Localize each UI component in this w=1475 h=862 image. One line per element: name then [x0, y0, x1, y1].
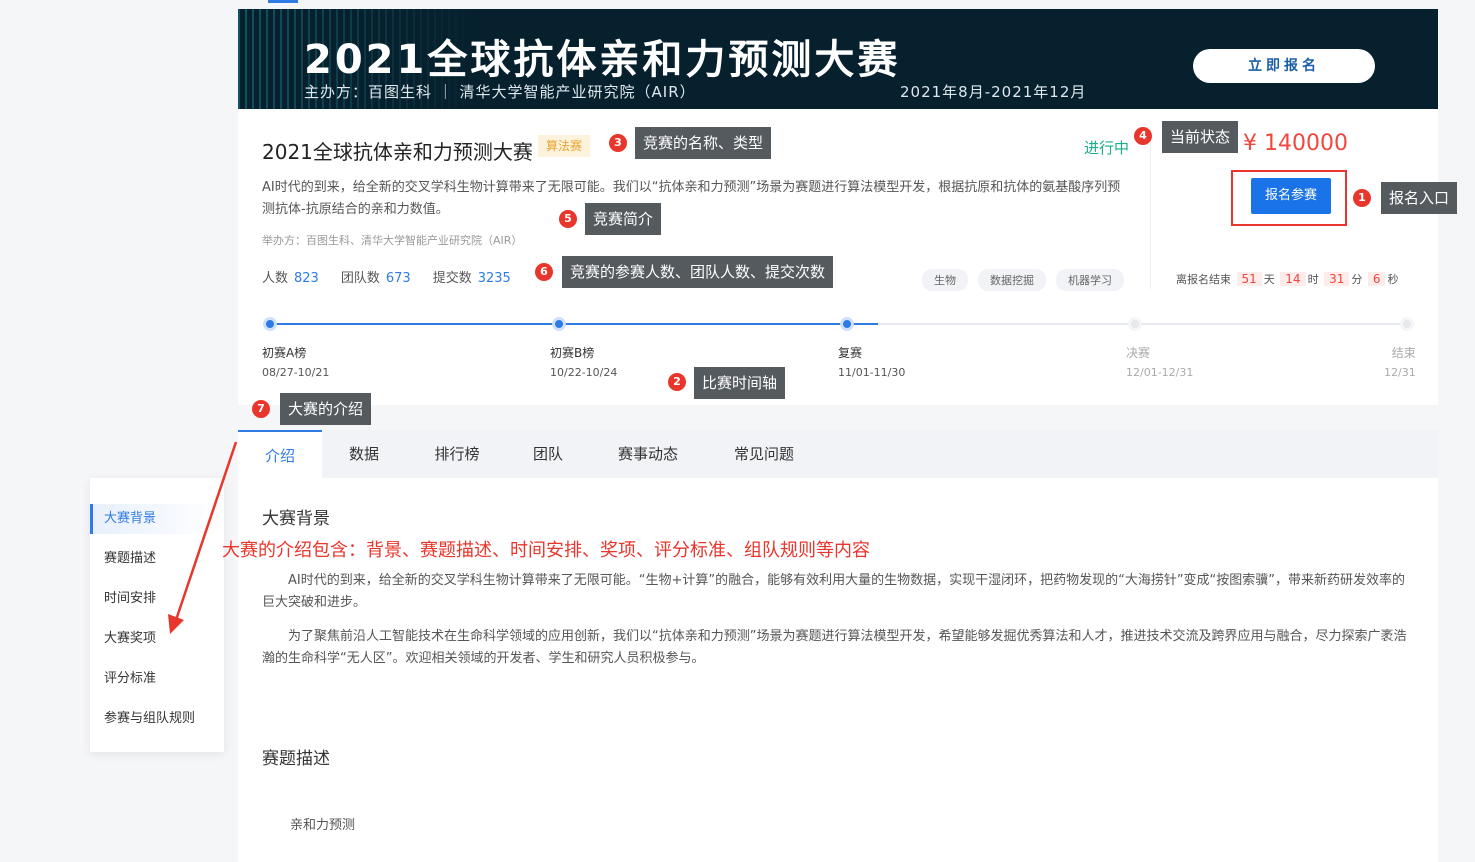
banner-dates: 2021年8月-2021年12月	[900, 83, 1087, 101]
timeline-stage-date: 10/22-10/24	[550, 366, 618, 379]
tag-item[interactable]: 生物	[922, 269, 968, 291]
stat-submissions-label: 提交数	[432, 271, 472, 286]
section-heading-background: 大赛背景	[262, 509, 330, 529]
annotation-label-7: 大赛的介绍	[280, 393, 372, 425]
timeline-stage-name: 决赛	[1126, 346, 1151, 360]
timeline-stage-date: 12/31	[1384, 366, 1416, 379]
stat-teams-value: 673	[385, 271, 411, 286]
timeline-dot-stage1	[263, 317, 277, 331]
stat-submissions-value: 3235	[477, 271, 511, 286]
countdown-days: 51	[1236, 272, 1262, 286]
timeline-stage-name: 复赛	[838, 346, 863, 360]
top-accent-mark	[268, 0, 298, 3]
competition-title: 2021全球抗体亲和力预测大赛	[262, 140, 533, 164]
timeline-stage-4: 决赛 12/01-12/31	[1126, 344, 1193, 379]
annotation-label-6: 竞赛的参赛人数、团队人数、提交次数	[562, 256, 834, 288]
annotation-badge-2: 2	[668, 373, 686, 391]
tab-intro[interactable]: 介绍	[238, 430, 322, 478]
info-divider	[1150, 139, 1151, 289]
countdown-days-unit: 天	[1263, 273, 1275, 286]
countdown-seconds-unit: 秒	[1387, 273, 1399, 286]
stat-teams-label: 团队数	[340, 271, 380, 286]
competition-status: 进行中	[1084, 139, 1130, 157]
tab-data[interactable]: 数据	[332, 430, 396, 478]
timeline-stage-3: 复赛 11/01-11/30	[838, 344, 905, 379]
competition-description: AI时代的到来，给全新的交叉学科生物计算带来了无限可能。我们以“抗体亲和力预测”…	[262, 180, 1121, 217]
countdown-minutes-unit: 分	[1351, 273, 1363, 286]
timeline-stage-1: 初赛A榜 08/27-10/21	[262, 344, 329, 379]
annotation-badge-7: 7	[252, 400, 270, 418]
annotation-badge-5: 5	[559, 210, 577, 228]
annotation-label-5: 竞赛简介	[585, 203, 662, 235]
timeline-dot-stage2	[552, 317, 566, 331]
countdown-prefix: 离报名结束	[1176, 273, 1231, 286]
description-subitem: 亲和力预测	[290, 818, 356, 833]
annotation-arrow-icon	[168, 441, 238, 634]
sidenav-item-rules[interactable]: 参赛与组队规则	[90, 704, 224, 734]
annotation-intro-note: 大赛的介绍包含：背景、赛题描述、时间安排、奖项、评分标准、组队规则等内容	[222, 540, 870, 561]
stat-submissions: 提交数 3235	[433, 267, 511, 286]
countdown-minutes: 31	[1324, 272, 1350, 286]
competition-banner: 2021全球抗体亲和力预测大赛 主办方：百图生科 ｜ 清华大学智能产业研究院（A…	[238, 9, 1438, 109]
timeline-stage-date: 12/01-12/31	[1126, 366, 1194, 379]
countdown-hours-unit: 时	[1307, 273, 1319, 286]
annotation-badge-1: 1	[1353, 189, 1371, 207]
annotation-outline-signup	[1231, 170, 1347, 226]
timeline-stage-name: 初赛B榜	[550, 346, 595, 360]
competition-type-tag: 算法赛	[538, 135, 591, 157]
sidenav-item-scoring[interactable]: 评分标准	[90, 664, 224, 694]
stat-people: 人数 823	[262, 267, 319, 286]
annotation-label-2: 比赛时间轴	[694, 367, 786, 399]
tab-bar: 介绍 数据 排行榜 团队 赛事动态 常见问题	[238, 430, 1438, 478]
tab-news[interactable]: 赛事动态	[606, 430, 690, 478]
timeline-stage-date: 08/27-10/21	[262, 366, 330, 379]
timeline-stage-name: 结束	[1391, 346, 1416, 360]
timeline-stage-5: 结束 12/31	[1384, 344, 1416, 379]
stat-people-label: 人数	[262, 271, 289, 286]
timeline-stage-date: 11/01-11/30	[838, 366, 906, 379]
annotation-label-1: 报名入口	[1381, 182, 1458, 214]
signup-countdown: 离报名结束 51 天 14 时 31 分 6秒	[1176, 271, 1398, 287]
tag-item[interactable]: 数据挖掘	[978, 269, 1046, 291]
annotation-label-3: 竞赛的名称、类型	[635, 127, 772, 159]
background-paragraph-1: AI时代的到来，给全新的交叉学科生物计算带来了无限可能。“生物+计算”的融合，能…	[262, 573, 1406, 610]
timeline-stage-2: 初赛B榜 10/22-10/24	[550, 344, 617, 379]
competition-prize: ¥ 140000	[1243, 131, 1348, 156]
tab-leaderboard[interactable]: 排行榜	[420, 430, 494, 478]
tab-faq[interactable]: 常见问题	[722, 430, 806, 478]
competition-stats: 人数 823 团队数 673 提交数 3235	[262, 267, 511, 286]
timeline-dot-stage4	[1128, 317, 1142, 331]
timeline-stage-name: 初赛A榜	[262, 346, 307, 360]
stat-teams: 团队数 673	[341, 267, 411, 286]
tab-teams[interactable]: 团队	[518, 430, 578, 478]
background-paragraph-2: 为了聚焦前沿人工智能技术在生命科学领域的应用创新，我们以“抗体亲和力预测”场景为…	[262, 629, 1407, 666]
competition-organizer: 举办方：百图生科、清华大学智能产业研究院（AIR）	[262, 234, 523, 247]
annotation-badge-4: 4	[1134, 127, 1152, 145]
competition-tags: 生物 数据挖掘 机器学习	[922, 269, 1124, 291]
banner-signup-button[interactable]: 立即报名	[1193, 49, 1375, 83]
countdown-hours: 14	[1280, 272, 1306, 286]
section-heading-description: 赛题描述	[262, 749, 330, 769]
timeline-dot-stage3	[840, 317, 854, 331]
banner-title: 2021全球抗体亲和力预测大赛	[304, 37, 901, 83]
annotation-label-4: 当前状态	[1162, 121, 1239, 153]
annotation-badge-6: 6	[535, 263, 553, 281]
timeline-progress	[270, 323, 878, 325]
timeline-dot-stage5	[1400, 317, 1414, 331]
annotation-badge-3: 3	[609, 134, 627, 152]
tag-item[interactable]: 机器学习	[1056, 269, 1124, 291]
countdown-seconds: 6	[1367, 272, 1386, 286]
stat-people-value: 823	[294, 271, 319, 286]
banner-organizers: 主办方：百图生科 ｜ 清华大学智能产业研究院（AIR）	[304, 83, 696, 101]
